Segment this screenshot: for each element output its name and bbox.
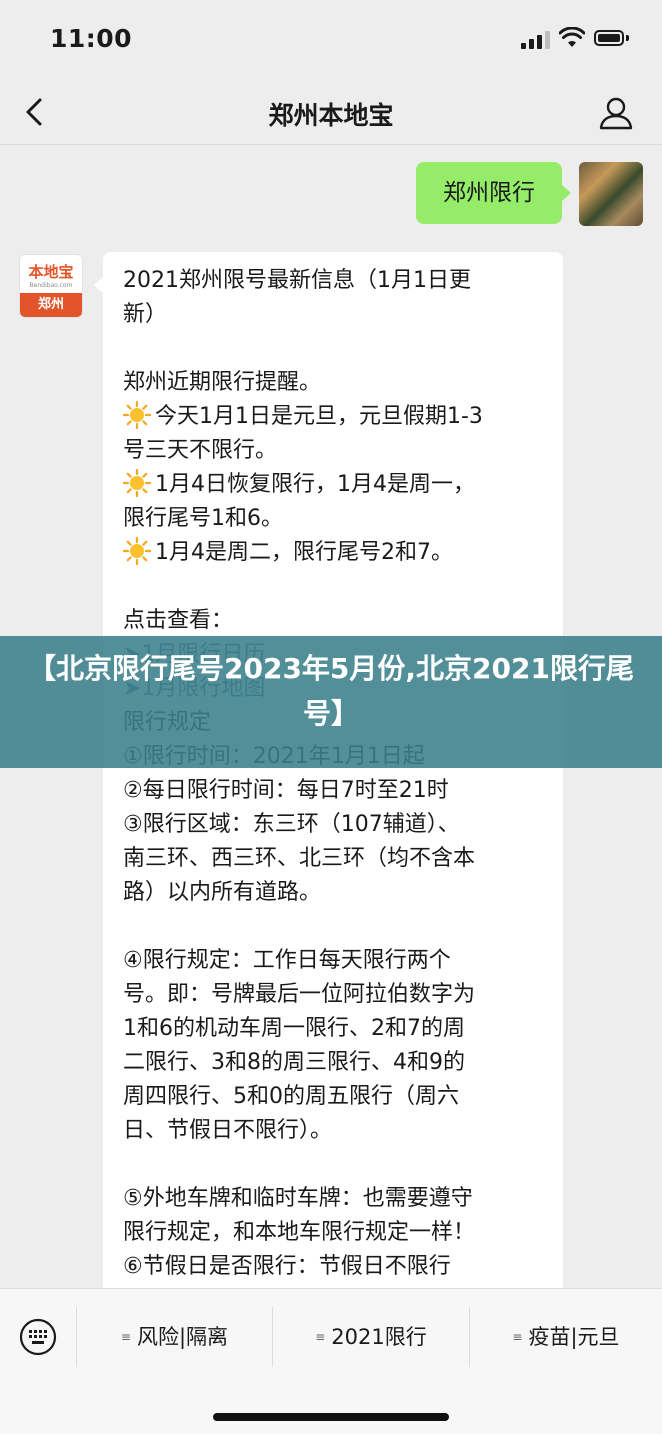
page-title: 郑州本地宝 <box>268 101 394 130</box>
menu-item-risk-isolation[interactable]: ≡ 风险|隔离 <box>77 1307 272 1367</box>
message-line: 点击查看： <box>123 604 553 638</box>
sun-icon <box>122 400 152 430</box>
message-line: 限行规定，和本地车限行规定一样！ <box>123 1216 553 1250</box>
message-line-text: ②每日限行时间：每日7时至21时 <box>123 778 449 803</box>
sun-icon <box>122 536 152 566</box>
message-text: 2021郑州限号最新信息（1月1日更 新） 郑州近期限行提醒。今天1月1日是元旦，元… <box>122 264 553 1288</box>
message-line: 今天1月1日是元旦，元旦假期1-3 <box>122 400 553 434</box>
menu-item-label: 2021限行 <box>331 1325 427 1349</box>
message-line <box>123 332 553 366</box>
message-line-text: 1月4日恢复限行，1月4是周一， <box>155 472 475 497</box>
message-line <box>123 910 553 944</box>
bottom-menu-bar: ≡ 风险|隔离 ≡ 2021限行 ≡ 疫苗|元旦 <box>0 1288 662 1434</box>
user-avatar[interactable] <box>579 162 643 226</box>
bot-message-bubble[interactable]: 2021郑州限号最新信息（1月1日更 新） 郑州近期限行提醒。今天1月1日是元旦，元… <box>94 252 563 1288</box>
menu-lines-icon: ≡ <box>512 1330 523 1344</box>
sun-icon <box>122 468 152 498</box>
menu-item-label: 风险|隔离 <box>136 1325 229 1349</box>
menu-lines-icon: ≡ <box>315 1330 326 1344</box>
message-line-text: 二限行、3和8的周三限行、4和9的 <box>123 1050 465 1075</box>
bot-logo-band: 郑州 <box>20 293 82 317</box>
message-line: 南三环、西三环、北三环（均不含本 <box>123 842 553 876</box>
message-line-text: 南三环、西三环、北三环（均不含本 <box>123 846 476 871</box>
message-line: 郑州近期限行提醒。 <box>123 366 553 400</box>
message-line-text: 1月4是周二，限行尾号2和7。 <box>155 540 453 565</box>
message-line-text: ⑤外地车牌和临时车牌：也需要遵守 <box>123 1186 473 1211</box>
menu-item-2021-restriction[interactable]: ≡ 2021限行 <box>273 1307 469 1367</box>
message-line: 2021郑州限号最新信息（1月1日更 <box>123 264 553 298</box>
message-line-text: 限行尾号1和6。 <box>123 506 283 531</box>
bot-avatar[interactable]: 本地宝 Bendibao.com 郑州 <box>19 254 83 318</box>
home-indicator <box>213 1413 449 1421</box>
menu-lines-icon: ≡ <box>120 1330 131 1344</box>
wifi-icon <box>559 27 585 47</box>
status-time: 11:00 <box>50 24 133 53</box>
message-line-text: 郑州近期限行提醒。 <box>123 370 322 395</box>
profile-icon[interactable] <box>597 94 635 132</box>
message-line: ④限行规定：工作日每天限行两个 <box>123 944 553 978</box>
menu-item-vaccine-newyear[interactable]: ≡ 疫苗|元旦 <box>470 1307 662 1367</box>
message-line: ②每日限行时间：每日7时至21时 <box>123 774 553 808</box>
keyboard-icon[interactable] <box>18 1317 58 1357</box>
message-line-text: ④限行规定：工作日每天限行两个 <box>123 948 451 973</box>
message-line: ③限行区域：东三环（107辅道）、 <box>123 808 553 842</box>
message-line-text: 点击查看： <box>123 608 234 633</box>
message-line: 限行尾号1和6。 <box>123 502 553 536</box>
message-line: 二限行、3和8的周三限行、4和9的 <box>123 1046 553 1080</box>
message-line-text: 2021郑州限号最新信息（1月1日更 <box>123 268 471 293</box>
message-line: ⑤外地车牌和临时车牌：也需要遵守 <box>123 1182 553 1216</box>
message-line-text: 今天1月1日是元旦，元旦假期1-3 <box>155 404 483 429</box>
message-line: 号。即：号牌最后一位阿拉伯数字为 <box>123 978 553 1012</box>
message-line-text: 限行规定，和本地车限行规定一样！ <box>123 1220 476 1245</box>
message-line: 日、节假日不限行）。 <box>123 1114 553 1148</box>
bot-logo-sub: Bendibao.com <box>29 282 73 289</box>
message-line: ⑥节假日是否限行：节假日不限行 <box>123 1250 553 1284</box>
bot-logo-text: 本地宝 <box>28 263 74 281</box>
message-line-text: 周四限行、5和0的周五限行（周六 <box>123 1084 459 1109</box>
message-line: 1和6的机动车周一限行、2和7的周 <box>123 1012 553 1046</box>
message-line <box>123 570 553 604</box>
menu-item-label: 疫苗|元旦 <box>528 1325 620 1349</box>
user-message-bubble[interactable]: 郑州限行 <box>416 162 571 224</box>
message-line-text: ⑥节假日是否限行：节假日不限行 <box>123 1254 451 1279</box>
status-bar: 11:00 <box>0 0 662 80</box>
message-line: 新） <box>123 298 553 332</box>
message-line-text: 日、节假日不限行）。 <box>123 1118 333 1143</box>
message-line-text: ③限行区域：东三环（107辅道）、 <box>123 812 460 837</box>
cellular-signal-icon <box>521 31 551 49</box>
message-line: 1月4日恢复限行，1月4是周一， <box>122 468 553 502</box>
battery-icon <box>594 30 630 48</box>
message-line-text: 新） <box>123 302 168 327</box>
message-line-text: 1和6的机动车周一限行、2和7的周 <box>123 1016 465 1041</box>
nav-bar: 郑州本地宝 <box>0 80 662 145</box>
message-line <box>123 1148 553 1182</box>
overlay-title: 【北京限行尾号2023年5月份,北京2021限行尾号】 <box>0 636 662 768</box>
message-line: 周四限行、5和0的周五限行（周六 <box>123 1080 553 1114</box>
message-line: 路）以内所有道路。 <box>123 876 553 910</box>
message-line: 号三天不限行。 <box>123 434 553 468</box>
message-line-text: 号三天不限行。 <box>123 438 278 463</box>
message-line: 1月4是周二，限行尾号2和7。 <box>122 536 553 570</box>
message-line-text: 路）以内所有道路。 <box>123 880 322 905</box>
message-line-text: 号。即：号牌最后一位阿拉伯数字为 <box>123 982 476 1007</box>
